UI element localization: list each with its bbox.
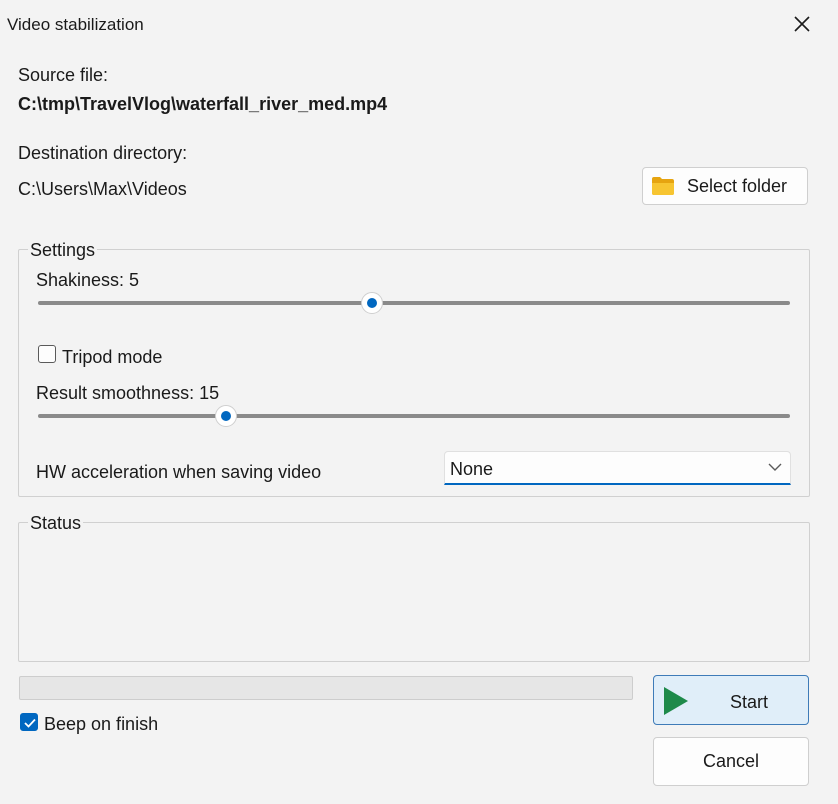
shakiness-slider-track — [38, 301, 790, 305]
settings-legend: Settings — [28, 240, 98, 261]
hw-acceleration-combobox[interactable]: None — [444, 451, 791, 485]
close-icon — [794, 16, 810, 32]
beep-on-finish-label: Beep on finish — [44, 714, 159, 734]
close-button[interactable] — [786, 8, 818, 40]
cancel-button[interactable]: Cancel — [653, 737, 809, 786]
status-group — [18, 522, 810, 662]
source-file-path: C:\tmp\TravelVlog\waterfall_river_med.mp… — [18, 94, 388, 114]
shakiness-slider-thumb[interactable] — [361, 292, 384, 314]
shakiness-label: Shakiness: 5 — [36, 270, 140, 290]
smoothness-slider-track — [38, 414, 790, 418]
select-folder-button[interactable]: Select folder — [642, 167, 808, 205]
checkmark-icon — [24, 718, 36, 728]
folder-icon — [651, 176, 675, 196]
play-icon — [664, 687, 688, 715]
start-label: Start — [730, 692, 769, 712]
status-legend: Status — [28, 513, 84, 534]
tripod-mode-checkbox[interactable] — [38, 345, 56, 363]
start-button[interactable]: Start — [653, 675, 809, 725]
destination-label: Destination directory: — [18, 143, 188, 163]
source-file-label: Source file: — [18, 65, 109, 85]
progress-bar — [19, 676, 633, 700]
destination-path: C:\Users\Max\Videos — [18, 179, 187, 199]
smoothness-slider[interactable] — [38, 405, 790, 427]
select-folder-label: Select folder — [687, 175, 788, 196]
hw-acceleration-value: None — [450, 459, 494, 479]
chevron-down-icon — [768, 463, 782, 471]
window-title: Video stabilization — [7, 15, 144, 34]
smoothness-slider-thumb[interactable] — [215, 405, 237, 427]
hw-acceleration-label: HW acceleration when saving video — [36, 462, 322, 482]
smoothness-label: Result smoothness: 15 — [36, 383, 220, 403]
beep-on-finish-checkbox[interactable] — [20, 713, 38, 731]
tripod-mode-label: Tripod mode — [62, 347, 163, 367]
shakiness-slider[interactable] — [38, 292, 790, 314]
